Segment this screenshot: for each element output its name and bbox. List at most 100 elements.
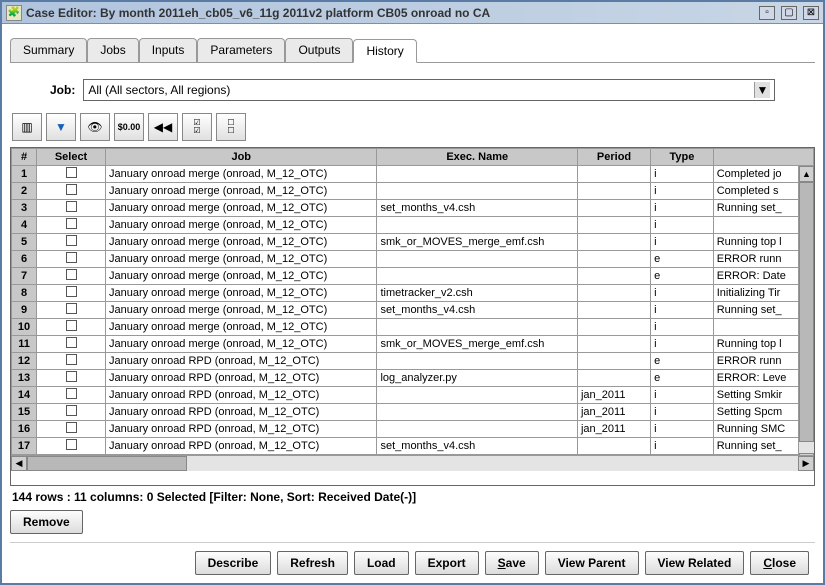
row-select-cell[interactable] bbox=[37, 438, 106, 455]
tab-inputs[interactable]: Inputs bbox=[139, 38, 198, 62]
table-row[interactable]: 16January onroad RPD (onroad, M_12_OTC)j… bbox=[12, 421, 814, 438]
col-job[interactable]: Job bbox=[105, 149, 377, 166]
maximize-button[interactable]: ▢ bbox=[781, 6, 797, 20]
tab-jobs[interactable]: Jobs bbox=[87, 38, 138, 62]
table-row[interactable]: 17January onroad RPD (onroad, M_12_OTC)s… bbox=[12, 438, 814, 455]
table-row[interactable]: 4January onroad merge (onroad, M_12_OTC)… bbox=[12, 217, 814, 234]
col-select[interactable]: Select bbox=[37, 149, 106, 166]
cell-period bbox=[577, 336, 650, 353]
row-select-cell[interactable] bbox=[37, 234, 106, 251]
table-row[interactable]: 10January onroad merge (onroad, M_12_OTC… bbox=[12, 319, 814, 336]
filter-button[interactable]: ▼ bbox=[46, 113, 76, 141]
tab-summary[interactable]: Summary bbox=[10, 38, 87, 62]
table-row[interactable]: 11January onroad merge (onroad, M_12_OTC… bbox=[12, 336, 814, 353]
row-select-cell[interactable] bbox=[37, 183, 106, 200]
checkbox-icon[interactable] bbox=[66, 252, 77, 263]
row-number: 11 bbox=[12, 336, 37, 353]
row-select-cell[interactable] bbox=[37, 370, 106, 387]
table-row[interactable]: 12January onroad RPD (onroad, M_12_OTC)e… bbox=[12, 353, 814, 370]
cell-period bbox=[577, 353, 650, 370]
view-button[interactable]: 👁 bbox=[80, 113, 110, 141]
row-select-cell[interactable] bbox=[37, 319, 106, 336]
row-select-cell[interactable] bbox=[37, 268, 106, 285]
col-type[interactable]: Type bbox=[651, 149, 714, 166]
close-window-button[interactable]: ⊠ bbox=[803, 6, 819, 20]
checkbox-icon[interactable] bbox=[66, 269, 77, 280]
table-row[interactable]: 9January onroad merge (onroad, M_12_OTC)… bbox=[12, 302, 814, 319]
table-row[interactable]: 6January onroad merge (onroad, M_12_OTC)… bbox=[12, 251, 814, 268]
checkbox-icon[interactable] bbox=[66, 320, 77, 331]
row-select-cell[interactable] bbox=[37, 404, 106, 421]
row-select-cell[interactable] bbox=[37, 387, 106, 404]
tab-history[interactable]: History bbox=[353, 39, 416, 63]
table-row[interactable]: 5January onroad merge (onroad, M_12_OTC)… bbox=[12, 234, 814, 251]
close-button[interactable]: Close bbox=[750, 551, 809, 575]
checkbox-icon[interactable] bbox=[66, 218, 77, 229]
scroll-up-icon[interactable]: ▲ bbox=[799, 166, 814, 182]
checkbox-icon[interactable] bbox=[66, 354, 77, 365]
row-select-cell[interactable] bbox=[37, 200, 106, 217]
horizontal-scroll-thumb[interactable] bbox=[27, 456, 187, 471]
cell-type: i bbox=[651, 183, 714, 200]
checkbox-icon[interactable] bbox=[66, 167, 77, 178]
col-exec-name[interactable]: Exec. Name bbox=[377, 149, 578, 166]
row-select-cell[interactable] bbox=[37, 353, 106, 370]
uncheck-options-button[interactable]: ☐☐ bbox=[216, 113, 246, 141]
tab-outputs[interactable]: Outputs bbox=[285, 38, 353, 62]
check-options-button[interactable]: ☑☑ bbox=[182, 113, 212, 141]
cell-job: January onroad RPD (onroad, M_12_OTC) bbox=[105, 438, 377, 455]
row-select-cell[interactable] bbox=[37, 217, 106, 234]
checkbox-icon[interactable] bbox=[66, 303, 77, 314]
checkbox-icon[interactable] bbox=[66, 201, 77, 212]
scroll-right-icon[interactable]: ▶ bbox=[798, 456, 814, 471]
row-select-cell[interactable] bbox=[37, 336, 106, 353]
vertical-scroll-thumb[interactable] bbox=[799, 182, 814, 442]
save-button[interactable]: Save bbox=[485, 551, 539, 575]
format-button[interactable]: $0.00 bbox=[114, 113, 144, 141]
table-row[interactable]: 2January onroad merge (onroad, M_12_OTC)… bbox=[12, 183, 814, 200]
checkbox-icon[interactable] bbox=[66, 405, 77, 416]
row-select-cell[interactable] bbox=[37, 421, 106, 438]
row-select-cell[interactable] bbox=[37, 251, 106, 268]
table-row[interactable]: 14January onroad RPD (onroad, M_12_OTC)j… bbox=[12, 387, 814, 404]
scroll-left-icon[interactable]: ◀ bbox=[11, 456, 27, 471]
row-select-cell[interactable] bbox=[37, 166, 106, 183]
col-period[interactable]: Period bbox=[577, 149, 650, 166]
table-row[interactable]: 8January onroad merge (onroad, M_12_OTC)… bbox=[12, 285, 814, 302]
cell-type: i bbox=[651, 166, 714, 183]
col-message[interactable] bbox=[713, 149, 813, 166]
checkbox-icon[interactable] bbox=[66, 371, 77, 382]
columns-button[interactable]: ▥ bbox=[12, 113, 42, 141]
row-select-cell[interactable] bbox=[37, 285, 106, 302]
remove-button[interactable]: Remove bbox=[10, 510, 83, 534]
col-number[interactable]: # bbox=[12, 149, 37, 166]
export-button[interactable]: Export bbox=[415, 551, 479, 575]
table-row[interactable]: 13January onroad RPD (onroad, M_12_OTC)l… bbox=[12, 370, 814, 387]
vertical-scrollbar[interactable]: ▲ ▼ bbox=[798, 166, 814, 469]
checkbox-icon[interactable] bbox=[66, 286, 77, 297]
view-parent-button[interactable]: View Parent bbox=[545, 551, 639, 575]
cell-period: jan_2011 bbox=[577, 404, 650, 421]
refresh-button[interactable]: Refresh bbox=[277, 551, 348, 575]
table-row[interactable]: 3January onroad merge (onroad, M_12_OTC)… bbox=[12, 200, 814, 217]
table-row[interactable]: 7January onroad merge (onroad, M_12_OTC)… bbox=[12, 268, 814, 285]
checkbox-icon[interactable] bbox=[66, 184, 77, 195]
checkbox-icon[interactable] bbox=[66, 337, 77, 348]
horizontal-scrollbar[interactable]: ◀ ▶ bbox=[11, 455, 814, 471]
tab-parameters[interactable]: Parameters bbox=[197, 38, 285, 62]
view-related-button[interactable]: View Related bbox=[645, 551, 745, 575]
cell-type: i bbox=[651, 302, 714, 319]
minimize-button[interactable]: ▫ bbox=[759, 6, 775, 20]
cell-type: i bbox=[651, 319, 714, 336]
table-row[interactable]: 15January onroad RPD (onroad, M_12_OTC)j… bbox=[12, 404, 814, 421]
table-row[interactable]: 1January onroad merge (onroad, M_12_OTC)… bbox=[12, 166, 814, 183]
checkbox-icon[interactable] bbox=[66, 388, 77, 399]
first-button[interactable]: ◀◀ bbox=[148, 113, 178, 141]
checkbox-icon[interactable] bbox=[66, 439, 77, 450]
job-filter-select[interactable]: All (All sectors, All regions) ▼ bbox=[83, 79, 775, 101]
describe-button[interactable]: Describe bbox=[195, 551, 272, 575]
checkbox-icon[interactable] bbox=[66, 422, 77, 433]
row-select-cell[interactable] bbox=[37, 302, 106, 319]
load-button[interactable]: Load bbox=[354, 551, 409, 575]
checkbox-icon[interactable] bbox=[66, 235, 77, 246]
